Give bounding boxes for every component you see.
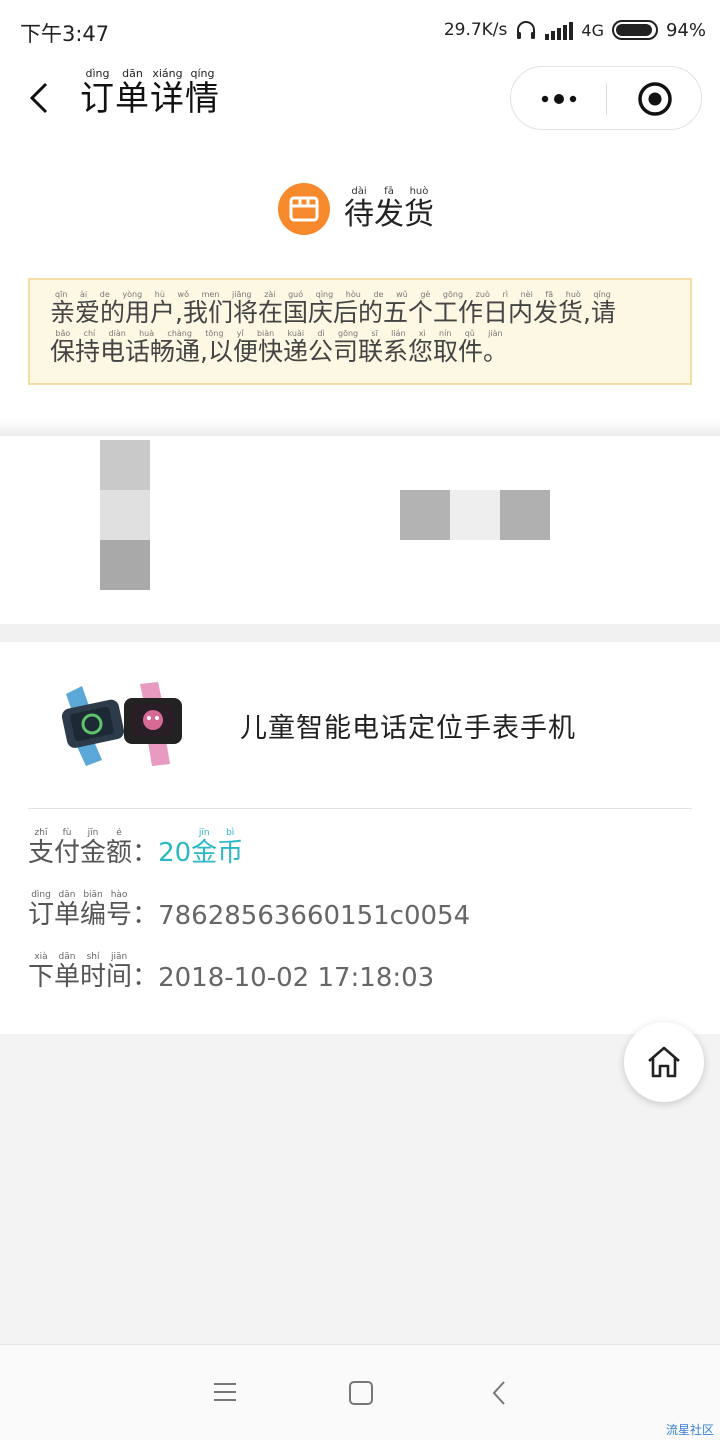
- mosaic-block: [100, 440, 150, 490]
- headphone-icon: [517, 21, 536, 39]
- system-nav-bar: 流星社区: [0, 1344, 720, 1440]
- shipping-notice: 亲爱的用户,我们将在国庆后的五个工作日内发货,请qīn ài de yòng h…: [28, 278, 692, 385]
- time-char: 下午3:47: [20, 22, 110, 46]
- mosaic-block: [400, 490, 450, 540]
- network-type: 4G: [581, 20, 604, 40]
- back-icon[interactable]: [490, 1379, 508, 1407]
- mosaic-block: [100, 490, 150, 540]
- target-icon[interactable]: [637, 81, 673, 117]
- status-right: 29.7K/s 4G 94%: [444, 14, 706, 46]
- chevron-left-icon[interactable]: [24, 78, 56, 118]
- status-label: 待dài发fā货huò: [344, 185, 434, 232]
- battery-percent: 94%: [665, 19, 706, 41]
- network-speed: 29.7K/s: [443, 20, 508, 40]
- watermark: 流星社区: [665, 1423, 714, 1437]
- miniprogram-capsule: [510, 66, 702, 130]
- mosaic-block: [450, 490, 500, 540]
- payment-amount-row: 支zhī付fù金jīn额é： 20金jīn币bì: [28, 828, 243, 869]
- mosaic-block: [500, 490, 550, 540]
- more-dots-icon[interactable]: [539, 85, 579, 113]
- order-time-value: 2018-10-02 17:18:03: [158, 963, 435, 993]
- battery-icon: [611, 20, 658, 40]
- home-button[interactable]: [624, 1022, 704, 1102]
- product-name[interactable]: 儿童智能电话定位手表手机: [240, 706, 576, 745]
- status-bar: 下午3:47 29.7K/s 4G 94%: [0, 0, 720, 58]
- payment-amount-value: 20金jīn币bì: [158, 828, 244, 868]
- logistics-info-blurred: [0, 436, 720, 624]
- status-time: 下午3:47: [20, 18, 109, 48]
- page-title: 订dìng单dān详xiáng情qíng: [80, 67, 220, 119]
- smartwatch-product-image[interactable]: [52, 680, 196, 766]
- payment-amount-label: 支zhī付fù金jīn额é：: [28, 828, 159, 868]
- order-time-label: 下xià单dān时shí间jiān：: [28, 952, 159, 992]
- box-icon: [278, 183, 330, 235]
- nav-bar: 订dìng单dān详xiáng情qíng: [0, 58, 720, 148]
- square-icon[interactable]: [349, 1381, 373, 1405]
- section-shadow: [0, 418, 720, 436]
- product-section: 儿童智能电话定位手表手机 支zhī付fù金jīn额é： 20金jīn币bì 订d…: [0, 642, 720, 1034]
- mosaic-block: [100, 540, 150, 590]
- menu-icon[interactable]: [212, 1381, 238, 1403]
- order-status-section: 待dài发fā货huò 亲爱的用户,我们将在国庆后的五个工作日内发货,请qīn …: [0, 148, 720, 418]
- home-icon: [648, 1046, 680, 1078]
- order-number-row: 订dìng单dān编biān号hào： 78628563660151c0054: [28, 890, 470, 931]
- notice-line-2: 保持电话畅通,以便快递公司联系您取件。bǎo chí diàn huà chàn…: [50, 329, 508, 366]
- notice-line-1: 亲爱的用户,我们将在国庆后的五个工作日内发货,请qīn ài de yòng h…: [50, 290, 616, 327]
- order-number-label: 订dìng单dān编biān号hào：: [28, 890, 159, 930]
- capsule-divider: [606, 83, 607, 115]
- order-time-row: 下xià单dān时shí间jiān： 2018-10-02 17:18:03: [28, 952, 434, 993]
- section-gap: [0, 624, 720, 642]
- divider: [28, 808, 692, 809]
- order-number-value: 78628563660151c0054: [158, 901, 471, 931]
- order-status: 待dài发fā货huò: [278, 183, 434, 235]
- signal-icon: [545, 20, 574, 40]
